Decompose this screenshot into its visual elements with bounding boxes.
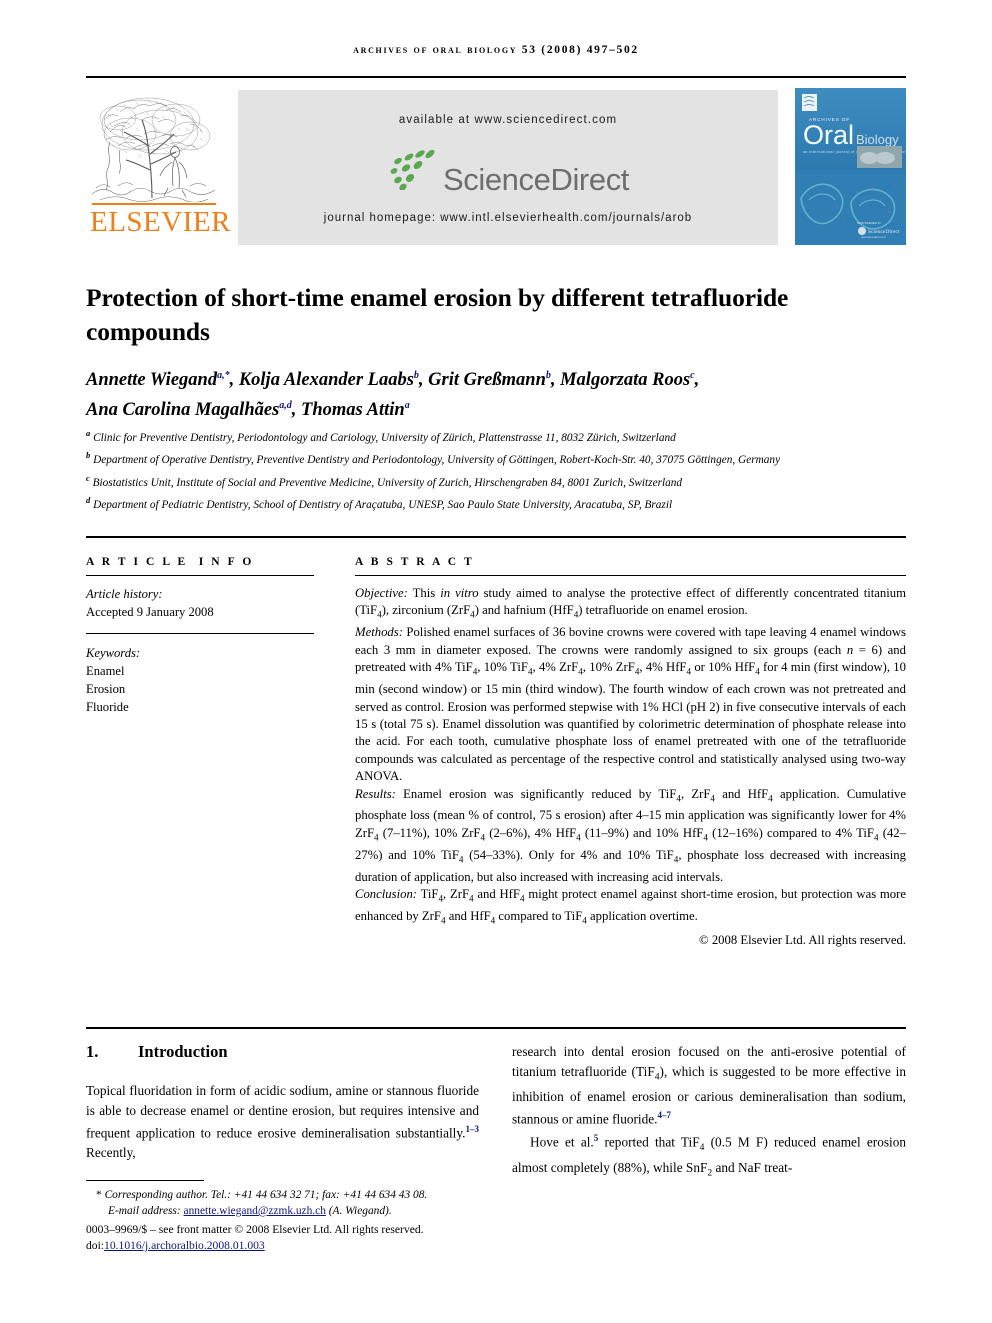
corresponding-author-note: * Corresponding author. Tel.: +41 44 634… bbox=[86, 1187, 486, 1203]
abstract-methods: Methods: Polished enamel surfaces of 36 … bbox=[355, 625, 906, 784]
article-history-value: Accepted 9 January 2008 bbox=[86, 605, 214, 619]
affiliation-mark: c bbox=[86, 472, 90, 483]
affiliation-item: c Biostatistics Unit, Institute of Socia… bbox=[86, 470, 896, 492]
sciencedirect-logo: ScienceDirect bbox=[238, 149, 778, 197]
abstract-results: Results: Enamel erosion was significantl… bbox=[355, 786, 907, 884]
running-head: Archives of Oral Biology 53 (2008) 497–5… bbox=[353, 44, 639, 56]
svg-text:Biology: Biology bbox=[856, 132, 899, 147]
keyword-item: Enamel bbox=[86, 664, 125, 678]
affiliation-mark: b bbox=[86, 450, 91, 461]
section-heading-introduction: 1. Introduction bbox=[86, 1042, 479, 1062]
elsevier-logo: ELSEVIER bbox=[90, 90, 231, 245]
corresponding-author-text: Corresponding author. Tel.: +41 44 634 3… bbox=[104, 1189, 428, 1201]
journal-article-page: Archives of Oral Biology 53 (2008) 497–5… bbox=[0, 0, 992, 1323]
doi-link[interactable]: 10.1016/j.archoralbio.2008.01.003 bbox=[104, 1239, 265, 1252]
introduction-left-column: 1. Introduction Topical fluoridation in f… bbox=[86, 1042, 479, 1163]
citation-ref: 5 bbox=[593, 1133, 599, 1144]
svg-text:ScienceDirect: ScienceDirect bbox=[868, 229, 900, 235]
svg-text:www.sciencedirect.com: www.sciencedirect.com bbox=[861, 236, 886, 239]
journal-cover-thumbnail: ARCHIVES OF Oral Biology an internationa… bbox=[795, 88, 906, 245]
email-label: E-mail address: bbox=[108, 1205, 181, 1217]
keywords-label: Keywords: bbox=[86, 646, 141, 660]
introduction-text-tail: Recently, bbox=[86, 1145, 136, 1161]
author-name: Kolja Alexander Laabs bbox=[238, 370, 414, 391]
affiliation-item: b Department of Operative Dentistry, Pre… bbox=[86, 447, 896, 469]
email-suffix: (A. Wiegand). bbox=[325, 1205, 392, 1217]
doi-label: doi: bbox=[86, 1239, 105, 1252]
sciencedirect-leaves-icon bbox=[387, 149, 439, 209]
footnote-rule bbox=[86, 1180, 204, 1181]
doi-line: doi:10.1016/j.archoralbio.2008.01.003 bbox=[86, 1238, 486, 1254]
author-list: Annette Wieganda,*, Kolja Alexander Laab… bbox=[86, 370, 700, 421]
abstract-results-label: Results: bbox=[355, 786, 396, 801]
journal-homepage-text: journal homepage: www.intl.elsevierhealt… bbox=[323, 212, 693, 224]
body-section-top-rule bbox=[86, 1027, 906, 1029]
abstract-objective-label: Objective: bbox=[355, 586, 408, 600]
elsevier-tree-icon bbox=[90, 90, 218, 202]
author-name: Annette Wiegand bbox=[86, 370, 218, 391]
affiliation-mark: d bbox=[86, 495, 91, 506]
sciencedirect-wordmark: ScienceDirect bbox=[442, 162, 630, 197]
author-affiliation-mark: b bbox=[413, 370, 419, 381]
article-info-heading: A R T I C L E I N F O bbox=[86, 556, 254, 568]
email-link[interactable]: annette.wiegand@zzmk.uzh.ch bbox=[184, 1205, 326, 1217]
abstract-conclusion: Conclusion: TiF4, ZrF4 and HfF4 might pr… bbox=[355, 887, 907, 926]
abstract-objective: Objective: This in vitro study aimed to … bbox=[355, 586, 906, 620]
asterisk-icon: * bbox=[96, 1189, 102, 1201]
article-info-separator bbox=[86, 633, 314, 634]
section-title: Introduction bbox=[138, 1042, 228, 1061]
abstract-heading: A B S T R A C T bbox=[355, 556, 475, 568]
author-affiliation-mark: a bbox=[404, 400, 410, 412]
affiliation-item: d Department of Pediatric Dentistry, Sch… bbox=[86, 492, 896, 514]
section-number: 1. bbox=[86, 1042, 99, 1061]
elsevier-logo-rule bbox=[92, 203, 216, 205]
footnote-block: * Corresponding author. Tel.: +41 44 634… bbox=[86, 1180, 486, 1254]
article-info-rule bbox=[86, 575, 314, 576]
author-name: Grit Greßmann bbox=[428, 370, 546, 391]
author-name: Thomas Attin bbox=[301, 400, 405, 421]
abstract-methods-label: Methods: bbox=[355, 625, 403, 640]
abstract-rule bbox=[355, 575, 906, 576]
keyword-item: Fluoride bbox=[86, 700, 129, 714]
affiliation-text: Biostatistics Unit, Institute of Social … bbox=[92, 476, 683, 489]
article-history-label: Article history: bbox=[86, 587, 163, 601]
abstract-copyright: © 2008 Elsevier Ltd. All rights reserved… bbox=[699, 933, 906, 948]
abstract-conclusion-label: Conclusion: bbox=[355, 887, 418, 902]
affiliation-item: a Clinic for Preventive Dentistry, Perio… bbox=[86, 425, 896, 447]
email-note: E-mail address: annette.wiegand@zzmk.uzh… bbox=[86, 1203, 486, 1219]
keyword-item: Erosion bbox=[86, 682, 126, 696]
article-history: Article history: Accepted 9 January 2008 bbox=[86, 585, 314, 621]
citation-ref: 4–7 bbox=[657, 1110, 672, 1121]
sciencedirect-panel: available at www.sciencedirect.com Scien… bbox=[238, 90, 778, 245]
svg-text:Oral: Oral bbox=[803, 120, 854, 150]
affiliation-text: Department of Pediatric Dentistry, Schoo… bbox=[93, 498, 673, 511]
available-at-text: available at www.sciencedirect.com bbox=[398, 114, 618, 126]
author-affiliation-mark: c bbox=[690, 370, 695, 381]
abstract-column: A B S T R A C T Objective: This in vitro… bbox=[355, 556, 906, 949]
introduction-paragraph-1: Topical fluoridation in form of acidic s… bbox=[86, 1081, 479, 1163]
introduction-paragraph-3: Hove et al.5 reported that TiF4 (0.5 M F… bbox=[512, 1133, 907, 1179]
author-name: Malgorzata Roos bbox=[560, 370, 691, 391]
affiliation-mark: a bbox=[86, 428, 91, 438]
svg-text:NOW INDEXED IN: NOW INDEXED IN bbox=[857, 221, 881, 225]
journal-banner: ELSEVIER available at www.sciencedirect.… bbox=[86, 76, 906, 246]
abstract-body: Objective: This in vitro study aimed to … bbox=[355, 585, 906, 949]
front-matter-line: 0003–9969/$ – see front matter © 2008 El… bbox=[86, 1223, 424, 1236]
citation-ref: 1–3 bbox=[465, 1124, 480, 1135]
info-section-top-rule bbox=[86, 536, 906, 538]
affiliation-text: Clinic for Preventive Dentistry, Periodo… bbox=[93, 431, 676, 444]
introduction-right-column: research into dental erosion focused on … bbox=[512, 1042, 906, 1183]
page-title: Protection of short-time enamel erosion … bbox=[86, 283, 789, 347]
introduction-text: Topical fluoridation in form of acidic s… bbox=[86, 1083, 479, 1141]
author-affiliation-mark: a,* bbox=[217, 370, 230, 381]
author-affiliation-mark: a,d bbox=[279, 400, 292, 412]
article-info-column: A R T I C L E I N F O Article history: A… bbox=[86, 556, 314, 716]
affiliation-text: Department of Operative Dentistry, Preve… bbox=[93, 454, 781, 467]
keywords-block: Keywords: Enamel Erosion Fluoride bbox=[86, 644, 314, 716]
author-name: Ana Carolina Magalhães bbox=[86, 400, 280, 421]
author-affiliation-mark: b bbox=[545, 370, 551, 381]
affiliation-list: a Clinic for Preventive Dentistry, Perio… bbox=[86, 425, 896, 514]
introduction-paragraph-2: research into dental erosion focused on … bbox=[512, 1042, 906, 1183]
elsevier-wordmark: ELSEVIER bbox=[90, 206, 231, 238]
